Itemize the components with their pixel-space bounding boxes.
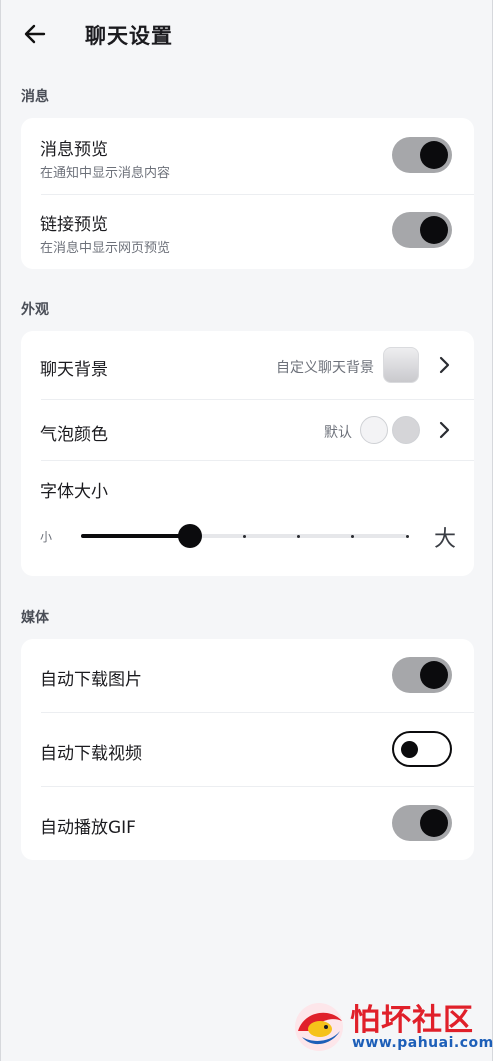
font-size-slider-track[interactable]: [81, 524, 409, 548]
autoplay-gif-toggle[interactable]: [392, 805, 452, 841]
toggle-knob: [420, 141, 448, 169]
setting-row-auto-download-videos[interactable]: 自动下载视频: [21, 713, 474, 786]
font-size-step-tick: [351, 534, 355, 538]
toggle-knob: [420, 809, 448, 837]
font-size-small-label: 小: [40, 530, 53, 544]
section-label-messages: 消息: [21, 89, 49, 105]
watermark-logo-icon: [295, 1003, 343, 1051]
setting-subtitle: 在通知中显示消息内容: [40, 166, 171, 181]
chat-background-swatch: [383, 347, 419, 383]
setting-title: 链接预览: [40, 215, 108, 235]
bubble-color-value: 默认: [324, 425, 352, 441]
back-button[interactable]: [19, 20, 51, 48]
toggle-knob: [420, 216, 448, 244]
messages-card: 消息预览 在通知中显示消息内容 链接预览 在消息中显示网页预览: [21, 118, 474, 269]
setting-title: 自动下载图片: [40, 670, 142, 690]
chevron-right-icon: [439, 356, 450, 374]
toggle-knob: [401, 741, 418, 758]
top-app-bar: 聊天设置: [1, 0, 492, 70]
auto-download-videos-toggle[interactable]: [392, 731, 452, 767]
font-size-slider-fill: [81, 534, 190, 538]
chevron-right-icon: [439, 421, 450, 439]
setting-row-link-preview[interactable]: 链接预览 在消息中显示网页预览: [21, 195, 474, 269]
section-label-appearance: 外观: [21, 302, 49, 318]
chat-background-value: 自定义聊天背景: [276, 360, 374, 376]
watermark: 怕坏社区 www.pahuai.com: [290, 995, 493, 1055]
setting-title: 消息预览: [40, 140, 108, 160]
setting-title: 气泡颜色: [40, 425, 108, 445]
setting-title: 自动下载视频: [40, 744, 142, 764]
setting-subtitle: 在消息中显示网页预览: [40, 241, 171, 256]
font-size-step-tick: [296, 534, 300, 538]
setting-row-font-size: 字体大小 小 大: [21, 461, 474, 576]
setting-title: 聊天背景: [40, 360, 108, 380]
watermark-text: 怕坏社区: [350, 1003, 474, 1038]
setting-title: 字体大小: [40, 482, 108, 502]
toggle-knob: [420, 661, 448, 689]
bubble-color-swatch-light: [360, 416, 388, 444]
setting-row-auto-download-images[interactable]: 自动下载图片: [21, 639, 474, 712]
font-size-slider-thumb[interactable]: [177, 524, 202, 548]
section-label-media: 媒体: [21, 610, 49, 626]
message-preview-toggle[interactable]: [392, 137, 452, 173]
bubble-color-swatch-gray: [392, 416, 420, 444]
chat-settings-page: 聊天设置 消息 消息预览 在通知中显示消息内容 链接预览 在消息中显示网页预览 …: [0, 0, 493, 1061]
setting-row-autoplay-gif[interactable]: 自动播放GIF: [21, 787, 474, 860]
arrow-left-icon: [24, 24, 46, 44]
setting-row-chat-background[interactable]: 聊天背景 自定义聊天背景: [21, 331, 474, 399]
auto-download-images-toggle[interactable]: [392, 657, 452, 693]
setting-row-message-preview[interactable]: 消息预览 在通知中显示消息内容: [21, 118, 474, 194]
font-size-step-tick: [242, 534, 246, 538]
font-size-large-label: 大: [433, 527, 456, 552]
media-card: 自动下载图片 自动下载视频 自动播放GIF: [21, 639, 474, 860]
page-title: 聊天设置: [85, 24, 173, 48]
watermark-url: www.pahuai.com: [352, 1035, 493, 1051]
setting-title: 自动播放GIF: [40, 818, 136, 838]
link-preview-toggle[interactable]: [392, 212, 452, 248]
setting-row-bubble-color[interactable]: 气泡颜色 默认: [21, 400, 474, 460]
font-size-step-tick: [405, 534, 409, 538]
appearance-card: 聊天背景 自定义聊天背景 气泡颜色 默认 字体大小 小 大: [21, 331, 474, 576]
